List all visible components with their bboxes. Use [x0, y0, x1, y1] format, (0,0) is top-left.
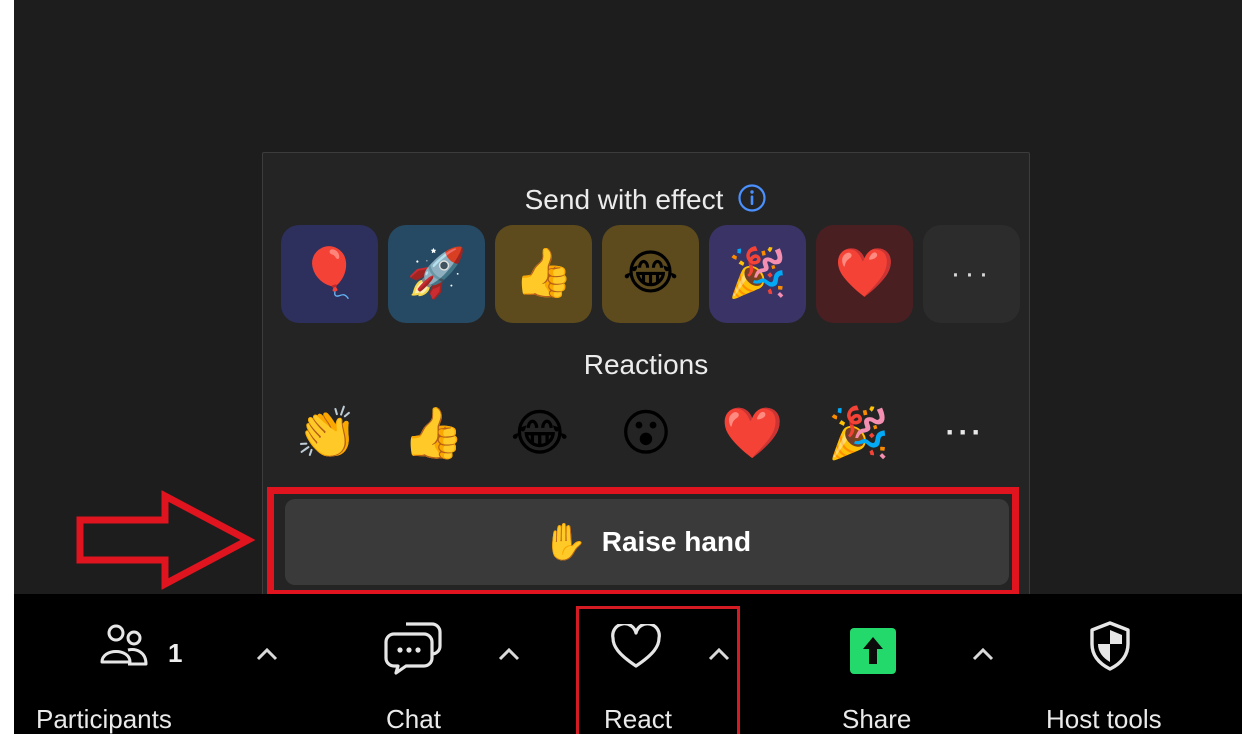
thumbs-up-icon: 👍: [513, 247, 574, 300]
reactions-heading: Reactions: [583, 349, 709, 380]
reaction-surprised-button[interactable]: 😮: [610, 397, 682, 469]
effect-balloon-button[interactable]: 🎈: [281, 225, 378, 323]
meeting-window: Send with effect 🎈 🚀 👍 😂 🎉 ❤️ ··· Reacti…: [14, 0, 1242, 734]
reaction-laughing-button[interactable]: 😂: [504, 397, 576, 469]
laughing-icon: 😂: [510, 405, 569, 461]
host-tools-label: Host tools: [1046, 704, 1162, 734]
more-effects-button[interactable]: ···: [923, 225, 1020, 323]
raise-hand-button[interactable]: ✋ Raise hand: [285, 499, 1009, 585]
share-options-chevron-up-icon[interactable]: [970, 646, 996, 662]
effect-rocket-button[interactable]: 🚀: [388, 225, 485, 323]
raise-hand-label: Raise hand: [601, 526, 752, 557]
react-label: React: [604, 704, 672, 734]
raised-hand-icon: ✋: [542, 521, 588, 562]
effect-party-popper-button[interactable]: 🎉: [709, 225, 806, 323]
rocket-icon: 🚀: [406, 247, 467, 300]
more-icon: ···: [945, 416, 985, 449]
heart-icon: ❤️: [834, 247, 895, 300]
heart-icon: ❤️: [721, 405, 784, 461]
effects-row: 🎈 🚀 👍 😂 🎉 ❤️ ···: [281, 225, 1020, 323]
annotation-arrow-icon: [76, 490, 256, 590]
thumbs-up-icon: 👍: [402, 405, 465, 461]
react-options-chevron-up-icon[interactable]: [706, 646, 732, 662]
reaction-heart-button[interactable]: ❤️: [716, 397, 788, 469]
participants-label: Participants: [36, 704, 172, 734]
send-with-effect-label: Send with effect: [524, 184, 724, 215]
effect-heart-button[interactable]: ❤️: [816, 225, 913, 323]
chat-label: Chat: [386, 704, 441, 734]
party-popper-icon: 🎉: [727, 247, 788, 300]
shield-icon: [1090, 621, 1130, 671]
share-label: Share: [842, 704, 912, 734]
info-icon[interactable]: [737, 183, 767, 213]
participants-icon: [100, 624, 148, 666]
party-popper-icon: 🎉: [827, 405, 890, 461]
reaction-party-popper-button[interactable]: 🎉: [823, 397, 895, 469]
effect-laughing-button[interactable]: 😂: [602, 225, 699, 323]
react-popup: Send with effect 🎈 🚀 👍 😂 🎉 ❤️ ··· Reacti…: [262, 152, 1030, 604]
meeting-toolbar: 1 Participants Chat React Share Host too…: [14, 594, 1242, 734]
more-reactions-button[interactable]: ···: [929, 397, 1001, 469]
share-screen-icon: [850, 628, 896, 674]
clapping-hands-icon: 👏: [295, 405, 359, 461]
reaction-thumbs-up-button[interactable]: 👍: [397, 397, 469, 469]
laughing-icon: 😂: [622, 247, 679, 300]
send-with-effect-heading: Send with effect: [263, 183, 1029, 216]
heart-outline-icon: [611, 624, 661, 668]
more-icon: ···: [950, 257, 993, 290]
reaction-clap-button[interactable]: 👏: [291, 397, 363, 469]
chat-options-chevron-up-icon[interactable]: [496, 646, 522, 662]
participants-count: 1: [168, 638, 183, 668]
balloon-icon: 🎈: [299, 247, 360, 300]
participants-options-chevron-up-icon[interactable]: [254, 646, 280, 662]
reactions-row: 👏 👍 😂 😮 ❤️ 🎉 ···: [281, 397, 1011, 469]
surprised-face-icon: 😮: [619, 405, 673, 461]
effect-thumbs-up-button[interactable]: 👍: [495, 225, 592, 323]
chat-icon: [384, 622, 442, 675]
